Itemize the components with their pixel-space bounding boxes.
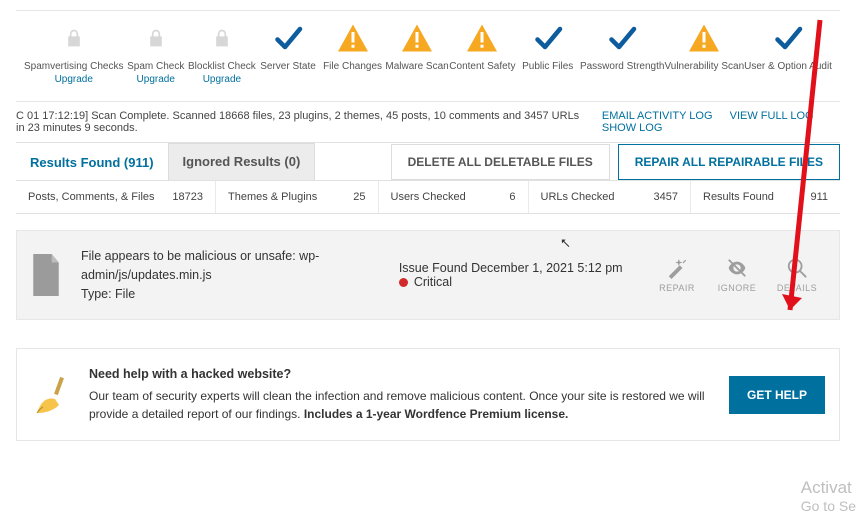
stat-urls: URLs Checked3457: [529, 181, 692, 213]
step-server-state: Server State: [256, 21, 321, 72]
warning-icon: [689, 24, 719, 52]
results-tabrow: Results Found (911) Ignored Results (0) …: [16, 142, 840, 180]
check-icon: [533, 23, 563, 53]
eye-off-icon: [726, 257, 748, 279]
issue-row: File appears to be malicious or unsafe: …: [16, 230, 840, 320]
step-content-safety: Content Safety: [449, 21, 515, 72]
issue-severity: Critical: [414, 275, 452, 289]
upgrade-link[interactable]: Upgrade: [137, 74, 175, 85]
show-log-link[interactable]: SHOW LOG: [602, 122, 663, 134]
get-help-button[interactable]: GET HELP: [729, 376, 825, 414]
step-user-audit: User & Option Audit: [744, 21, 832, 72]
warning-icon: [338, 24, 368, 52]
lock-icon: [64, 26, 84, 50]
scan-log-bar: C 01 17:12:19] Scan Complete. Scanned 18…: [16, 102, 840, 142]
warning-icon: [467, 24, 497, 52]
windows-watermark: Activat Go to Se: [801, 478, 856, 514]
step-malware-scan: Malware Scan: [385, 21, 450, 72]
step-vulnerability: Vulnerability Scan: [664, 21, 744, 72]
issue-found-line: Issue Found December 1, 2021 5:12 pm: [399, 261, 647, 275]
help-body-bold: Includes a 1-year Wordfence Premium lice…: [304, 407, 569, 421]
wand-icon: [666, 257, 688, 279]
file-icon: [29, 254, 63, 297]
magnify-icon: [786, 257, 808, 279]
broom-icon: [31, 375, 71, 415]
check-icon: [607, 23, 637, 53]
upgrade-link[interactable]: Upgrade: [55, 74, 93, 85]
lock-icon: [146, 26, 166, 50]
lock-icon: [212, 26, 232, 50]
warning-icon: [402, 24, 432, 52]
step-public-files: Public Files: [515, 21, 580, 72]
step-blocklist: Blocklist Check Upgrade: [188, 21, 256, 85]
check-icon: [273, 23, 303, 53]
ignore-button[interactable]: IGNORE: [707, 257, 767, 293]
help-title: Need help with a hacked website?: [89, 365, 711, 384]
check-icon: [773, 23, 803, 53]
email-activity-log-link[interactable]: EMAIL ACTIVITY LOG: [602, 110, 713, 122]
issue-type-line: Type: File: [81, 285, 379, 304]
repair-all-button[interactable]: REPAIR ALL REPAIRABLE FILES: [618, 144, 840, 180]
upgrade-link[interactable]: Upgrade: [203, 74, 241, 85]
critical-dot-icon: [399, 278, 408, 287]
stats-row: Posts, Comments, & Files18723 Themes & P…: [16, 180, 840, 214]
view-full-log-link[interactable]: VIEW FULL LOG: [730, 110, 814, 122]
step-password-strength: Password Strength: [580, 21, 665, 72]
details-button[interactable]: DETAILS: [767, 257, 827, 293]
stat-themes: Themes & Plugins25: [216, 181, 379, 213]
stat-users: Users Checked6: [379, 181, 529, 213]
stat-posts: Posts, Comments, & Files18723: [16, 181, 216, 213]
help-box: Need help with a hacked website? Our tea…: [16, 348, 840, 441]
scan-steps: Spamvertising Checks Upgrade Spam Check …: [16, 10, 840, 102]
stat-results: Results Found911: [691, 181, 840, 213]
tab-results-found[interactable]: Results Found (911): [16, 143, 168, 180]
scan-log-text: C 01 17:12:19] Scan Complete. Scanned 18…: [16, 110, 588, 134]
delete-all-button[interactable]: DELETE ALL DELETABLE FILES: [391, 144, 610, 180]
step-spamvertising: Spamvertising Checks Upgrade: [24, 21, 123, 85]
repair-button[interactable]: REPAIR: [647, 257, 707, 293]
issue-file-line: File appears to be malicious or unsafe: …: [81, 247, 379, 285]
step-spam-check: Spam Check Upgrade: [123, 21, 188, 85]
cursor-icon: ⭦: [561, 235, 570, 252]
tab-ignored-results[interactable]: Ignored Results (0): [168, 143, 316, 180]
step-file-changes: File Changes: [320, 21, 385, 72]
